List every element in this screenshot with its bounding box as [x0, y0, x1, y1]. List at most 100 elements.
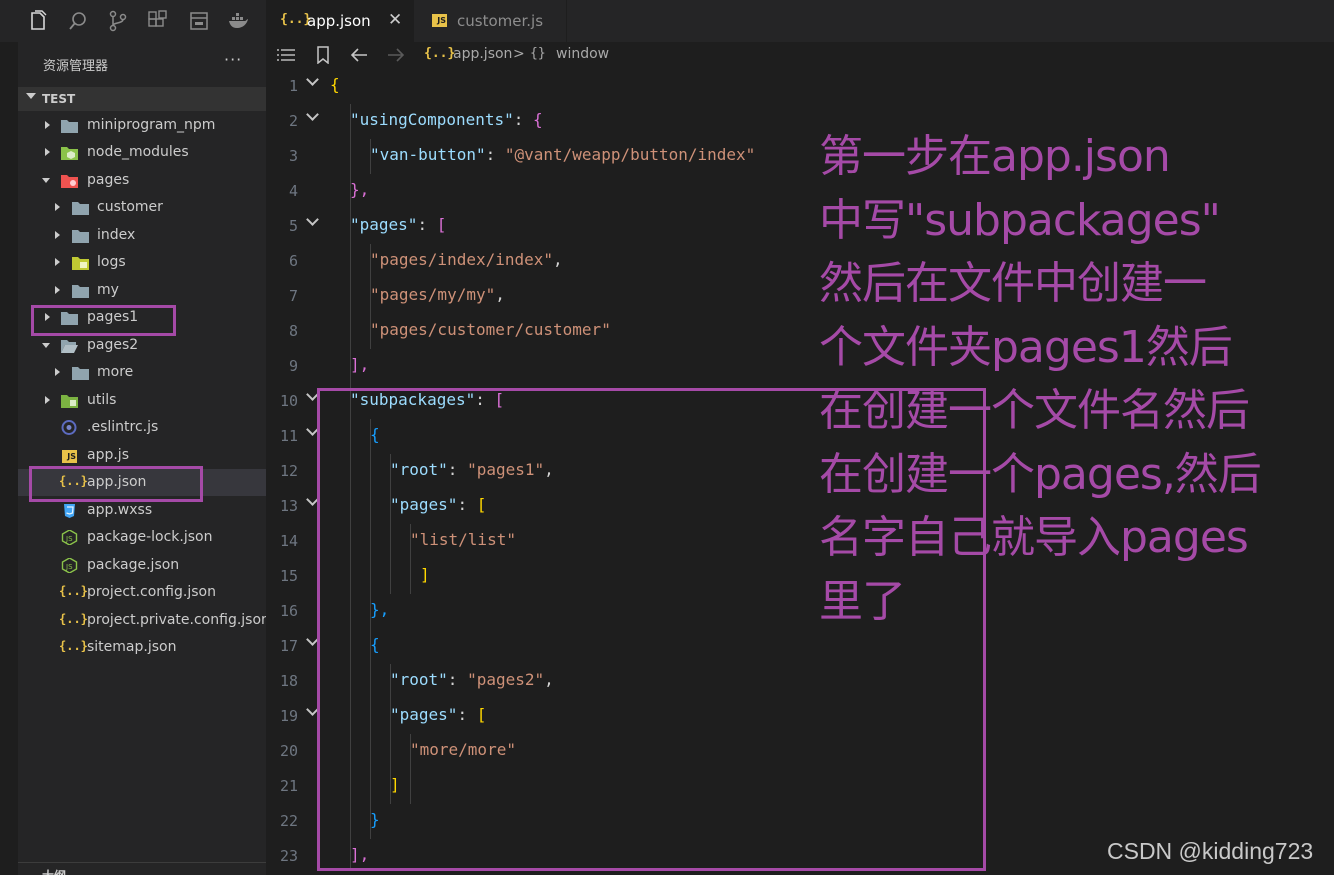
tree-item-miniprogram-npm[interactable]: miniprogram_npm	[18, 112, 266, 139]
tree-item-pages2[interactable]: pages2	[18, 332, 266, 359]
json-file-icon: {..}	[59, 639, 88, 653]
annotation-line: 里了	[819, 575, 906, 627]
fold-chevron-icon[interactable]	[306, 108, 319, 121]
annotation-line: 个文件夹pages1然后	[819, 321, 1233, 373]
tree-item-app-js[interactable]: JS app.js	[18, 442, 266, 469]
tree-item-label: project.config.json	[87, 584, 216, 600]
tree-item-sitemap[interactable]: {..} sitemap.json	[18, 634, 266, 661]
css-file-icon	[61, 503, 78, 518]
line-number: 2	[288, 112, 298, 130]
tree-item-project-config[interactable]: {..} project.config.json	[18, 579, 266, 606]
code-token: [	[436, 215, 447, 234]
breadcrumb-file[interactable]: app.json	[453, 46, 512, 62]
line-number: 16	[279, 602, 298, 620]
explorer-title: 资源管理器	[43, 59, 109, 74]
code-line-3: "van-button": "@vant/weapp/button/index"	[370, 145, 755, 164]
tree-item-package-lock[interactable]: JS package-lock.json	[18, 524, 266, 551]
js-file-icon: JS	[62, 450, 77, 463]
bookmark-icon[interactable]	[316, 46, 330, 68]
tree-item-more[interactable]: more	[18, 359, 266, 386]
line-number: 8	[288, 322, 298, 340]
eslint-icon	[61, 420, 78, 435]
tree-item-index[interactable]: index	[18, 222, 266, 249]
code-token: {	[330, 75, 340, 94]
chevron-right-icon	[45, 148, 50, 156]
chevron-right-icon	[55, 258, 60, 266]
tree-item-pages[interactable]: pages	[18, 167, 266, 194]
tree-item-package-json[interactable]: JS package.json	[18, 552, 266, 579]
annotation-line: 在创建一个pages,然后	[819, 448, 1262, 500]
code-token: "van-button"	[370, 145, 486, 164]
code-token: ,	[495, 285, 505, 304]
back-arrow-icon[interactable]	[350, 47, 368, 67]
fold-chevron-icon[interactable]	[306, 73, 319, 86]
highlight-box-app-json	[29, 466, 203, 502]
tree-item-logs[interactable]: logs	[18, 249, 266, 276]
line-number: 13	[279, 497, 298, 515]
list-icon[interactable]	[276, 47, 296, 67]
source-control-icon[interactable]	[107, 10, 129, 32]
tree-item-label: package.json	[87, 557, 180, 573]
line-number: 17	[279, 637, 298, 655]
tree-item-label: package-lock.json	[87, 529, 213, 545]
tree-item-my[interactable]: my	[18, 277, 266, 304]
line-number: 10	[279, 392, 298, 410]
code-line-8: "pages/customer/customer"	[370, 320, 611, 339]
svg-text:JS: JS	[65, 535, 73, 543]
more-actions-button[interactable]: ···	[224, 50, 242, 69]
line-number: 15	[279, 567, 298, 585]
annotation-line: 第一步在app.json	[819, 131, 1171, 182]
code-line-7: "pages/my/my",	[370, 285, 505, 304]
breadcrumb-symbol[interactable]: window	[556, 46, 609, 62]
folder-open-icon	[61, 338, 78, 353]
chevron-down-icon	[26, 93, 36, 99]
breadcrumb: {..} app.json > {} window	[266, 42, 1334, 68]
chevron-right-icon	[55, 203, 60, 211]
extensions-icon[interactable]	[147, 10, 169, 32]
tab-app-json[interactable]: {..} app.json ✕	[266, 0, 414, 42]
code-token: :	[485, 145, 505, 164]
json-file-icon: {..}	[59, 584, 88, 598]
tree-item-label: more	[97, 364, 134, 380]
code-token: "pages/my/my"	[370, 285, 496, 304]
tree-item-utils[interactable]: utils	[18, 387, 266, 414]
search-icon[interactable]	[67, 10, 89, 32]
line-number: 14	[279, 532, 298, 550]
chevron-right-icon	[45, 396, 50, 404]
outline-label: 大纲	[42, 867, 66, 875]
tree-item-customer[interactable]: customer	[18, 194, 266, 221]
folder-icon	[72, 200, 89, 215]
line-number: 21	[279, 777, 298, 795]
explorer-panel: 资源管理器 ··· TEST miniprogram_npm node_modu…	[18, 42, 270, 875]
tree-item-label: customer	[97, 199, 163, 215]
outline-section-header[interactable]: 大纲	[18, 862, 266, 875]
tree-item-label: miniprogram_npm	[87, 117, 216, 133]
forward-arrow-icon[interactable]	[387, 47, 405, 67]
docker-icon[interactable]	[227, 10, 249, 32]
tab-customer-js[interactable]: JS customer.js	[415, 0, 567, 42]
line-number: 12	[279, 462, 298, 480]
code-line-5: "pages": [	[350, 215, 446, 234]
tree-item-node-modules[interactable]: node_modules	[18, 139, 266, 166]
braces-icon: {}	[530, 46, 546, 61]
folder-icon	[61, 118, 78, 133]
window-icon[interactable]	[188, 10, 210, 32]
tree-item-eslintrc[interactable]: .eslintrc.js	[18, 414, 266, 441]
line-number: 18	[279, 672, 298, 690]
tab-label: app.json	[307, 12, 371, 30]
pages-folder-icon	[61, 173, 78, 188]
editor-tab-bar: {..} app.json ✕ JS customer.js	[266, 0, 1334, 42]
tree-item-label: sitemap.json	[87, 639, 177, 655]
close-icon[interactable]: ✕	[388, 10, 402, 30]
line-number: 4	[288, 182, 298, 200]
tree-item-label: node_modules	[87, 144, 189, 160]
annotation-line: 然后在文件中创建一	[819, 258, 1207, 309]
workspace-root[interactable]: TEST	[18, 87, 266, 111]
files-icon[interactable]	[27, 10, 49, 32]
line-number: 3	[288, 147, 298, 165]
fold-chevron-icon[interactable]	[306, 213, 319, 226]
logs-folder-icon	[72, 255, 89, 270]
highlight-box-pages1	[31, 305, 176, 336]
tree-item-project-private-config[interactable]: {..} project.private.config.json	[18, 607, 270, 634]
annotation-text: 第一步在app.json 中写"subpackages" 然后在文件中创建一 个…	[819, 125, 1319, 633]
